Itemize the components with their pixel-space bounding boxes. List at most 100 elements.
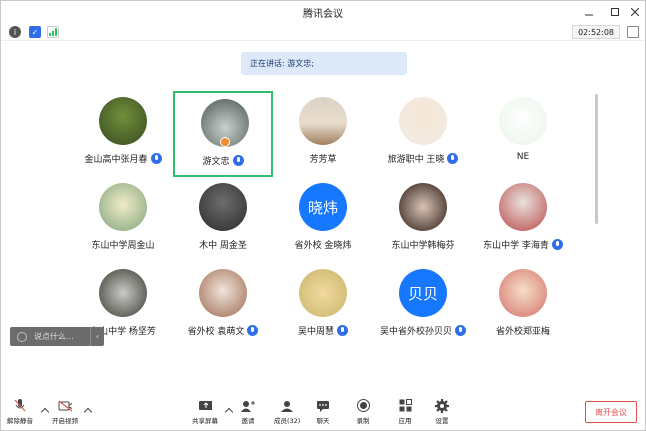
audio-options-chevron-icon[interactable] [40,407,50,417]
chat-label: 聊天 [316,417,330,425]
meeting-window: 腾讯会议 i ✓ 02:52:08 正在讲话: 游文忠; 金山高中张月春 游文忠 芳… [0,0,646,431]
participant-tile[interactable]: NE [473,91,573,177]
window-title: 腾讯会议 [303,8,343,20]
participant-name-row: 东山中学周金山 [73,238,173,251]
participant-name-row: 木中 周金圣 [173,238,273,251]
avatar [399,183,447,231]
participant-tile[interactable]: 贝贝吴中省外校孙贝贝 [373,263,473,349]
title-bar: 腾讯会议 [1,1,645,23]
apps-icon [398,399,412,412]
participant-name: 芳芳草 [309,155,337,165]
avatar [201,99,249,147]
participant-name: 省外校 袁萌文 [187,327,245,337]
avatar [499,97,547,145]
avatar: 晓炜 [299,183,347,231]
participant-tile[interactable]: 金山高中张月春 [73,91,173,177]
record-button[interactable]: 录制 [356,399,370,425]
avatar [99,97,147,145]
scrollbar[interactable] [595,94,598,224]
mute-button[interactable]: 解除静音 [7,399,33,425]
minimize-button[interactable] [578,1,600,23]
participant-tile[interactable]: 游文忠 [173,91,273,177]
mute-label: 解除静音 [7,417,33,425]
minimize-icon [585,14,593,16]
invite-label: 邀请 [241,417,255,425]
record-icon [356,399,370,412]
participant-name-row: 东山中学韩梅芬 [373,238,473,251]
participant-tile[interactable]: 木中 周金圣 [173,177,273,263]
settings-button[interactable]: 设置 [435,398,449,425]
members-button[interactable]: 成员(32) [274,399,300,425]
mic-icon [232,155,244,166]
collapse-chat-icon[interactable]: ‹ [90,327,104,346]
camera-off-icon [58,399,72,412]
participant-name-row: 省外校 袁萌文 [173,324,273,337]
close-icon [631,8,639,16]
mic-icon [337,325,348,336]
share-screen-button[interactable]: 共享屏幕 [192,399,218,425]
participant-name: 木中 周金圣 [199,241,247,251]
avatar: 贝贝 [399,269,447,317]
members-icon [280,399,294,412]
participant-tile[interactable]: 东山中学周金山 [73,177,173,263]
mic-muted-icon [13,399,27,412]
participant-name: 东山中学周金山 [91,241,155,251]
video-options-chevron-icon[interactable] [83,407,93,417]
apps-label: 应用 [398,417,412,425]
maximize-button[interactable] [604,1,626,23]
participant-tile[interactable]: 晓炜 省外校 金晓炜 [273,177,373,263]
participant-name: 游文忠 [202,157,230,167]
chat-button[interactable]: 聊天 [316,399,330,425]
participant-name-row: 金山高中张月春 [73,152,173,165]
add-user-icon [241,399,255,412]
participant-tile[interactable]: 东山中学 李海青 [473,177,573,263]
close-button[interactable] [624,1,646,23]
maximize-icon [611,8,619,16]
chat-input[interactable]: 说点什么... ‹ [10,327,104,346]
participant-name: 吴中省外校孙贝贝 [379,327,452,337]
host-badge-icon [220,137,230,147]
meeting-toolbar: i ✓ 02:52:08 [1,23,645,41]
settings-label: 设置 [435,417,449,425]
shield-icon[interactable]: ✓ [29,26,41,38]
avatar [99,269,147,317]
participant-name: 东山中学 李海青 [483,241,549,251]
participant-name-row: 省外校 金晓炜 [273,238,373,251]
leave-meeting-button[interactable]: 离开会议 [585,401,637,423]
meeting-timer: 02:52:08 [572,25,620,39]
participant-name-row: 东山中学 李海青 [473,238,573,251]
info-icon[interactable]: i [9,26,21,38]
invite-button[interactable]: 邀请 [241,399,255,425]
participant-tile[interactable]: 东山中学韩梅芬 [373,177,473,263]
video-label: 开启视频 [52,417,78,425]
participant-tile[interactable]: 吴中周慧 [273,263,373,349]
participant-name: 东山中学韩梅芬 [391,241,455,251]
gear-icon [435,398,449,413]
participant-name: 金山高中张月春 [84,155,148,165]
signal-icon[interactable] [47,26,59,38]
avatar [199,183,247,231]
participant-name-row: 旅游职中 王晓 [373,152,473,165]
participant-name-row: 游文忠 [175,154,271,167]
participant-tile[interactable]: 省外校 袁萌文 [173,263,273,349]
avatar [499,183,547,231]
participant-name-row: NE [473,152,573,162]
participant-name: NE [516,152,530,162]
participant-name: 省外校郑亚梅 [495,327,550,337]
record-label: 录制 [356,417,370,425]
participant-tile[interactable]: 旅游职中 王晓 [373,91,473,177]
mic-icon [150,153,162,164]
avatar [299,97,347,145]
avatar [499,269,547,317]
chat-placeholder: 说点什么... [34,332,74,341]
avatar [99,183,147,231]
participant-tile[interactable]: 芳芳草 [273,91,373,177]
share-options-chevron-icon[interactable] [224,407,234,417]
fullscreen-icon[interactable] [627,26,639,38]
emoji-icon[interactable] [17,331,27,342]
apps-button[interactable]: 应用 [398,399,412,425]
chat-icon [316,399,330,412]
video-button[interactable]: 开启视频 [52,399,78,425]
participant-tile[interactable]: 省外校郑亚梅 [473,263,573,349]
avatar [199,269,247,317]
